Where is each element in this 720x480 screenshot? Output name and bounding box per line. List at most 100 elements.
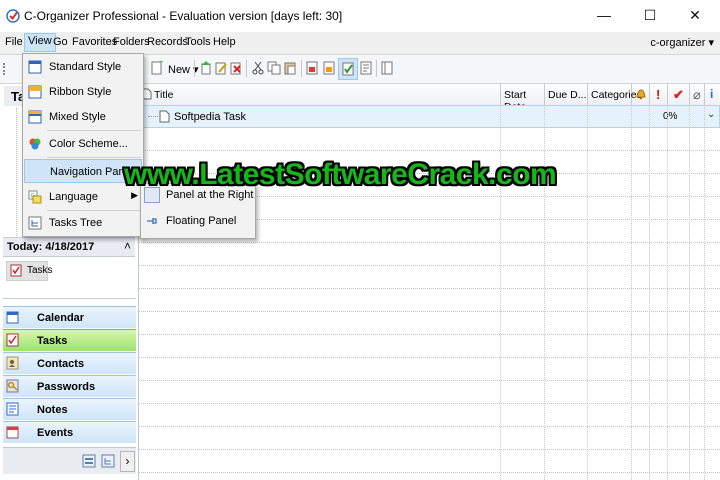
add-subrecord-icon[interactable] — [199, 61, 213, 75]
tasks-tree-icon — [28, 216, 42, 230]
toolbar-separator — [246, 60, 247, 77]
toolbar-toggle-active[interactable] — [338, 58, 358, 80]
task-document-icon — [159, 110, 170, 123]
mixed-style-icon — [28, 110, 42, 124]
delete-record-icon[interactable] — [229, 61, 243, 75]
row-expand-chevron-icon[interactable]: ⌄ — [707, 109, 715, 120]
notes-icon — [6, 402, 19, 416]
contacts-icon — [6, 356, 19, 370]
title-bar: C-Organizer Professional - Evaluation ve… — [0, 0, 720, 32]
attachment-record-icon[interactable] — [322, 61, 336, 75]
app-logo-icon — [6, 9, 20, 23]
menu-view[interactable]: View — [24, 33, 56, 52]
menu-help[interactable]: Help — [213, 36, 236, 48]
complete-record-icon — [342, 62, 354, 76]
nav-contacts-label: Contacts — [37, 358, 85, 370]
profile-selector[interactable]: c-organizer ▾ — [650, 36, 714, 49]
column-title-label: Title — [154, 89, 174, 101]
empty-row — [139, 243, 720, 266]
menu-color-scheme-label: Color Scheme... — [49, 138, 128, 150]
empty-row — [139, 266, 720, 289]
nav-calendar[interactable]: Calendar — [3, 306, 136, 328]
passwords-icon — [6, 379, 19, 393]
today-label: Today: 4/18/2017 — [7, 241, 95, 253]
menu-bar: File View Go Favorites Folders Records T… — [0, 32, 720, 55]
tree-guide — [16, 108, 19, 238]
menu-records[interactable]: Records — [147, 36, 188, 48]
events-icon — [6, 426, 19, 439]
menu-favorites[interactable]: Favorites — [72, 36, 117, 48]
toolbar-separator — [301, 60, 302, 77]
nav-passwords[interactable]: Passwords — [3, 375, 136, 397]
properties-icon[interactable] — [359, 61, 373, 75]
menu-ribbon-style[interactable]: Ribbon Style — [24, 80, 142, 104]
column-start-date[interactable]: Start Date — [501, 84, 545, 113]
view-menu-dropdown: Standard Style Ribbon Style Mixed Style … — [22, 53, 144, 237]
column-info[interactable]: i — [705, 84, 720, 105]
copy-icon[interactable] — [267, 61, 281, 75]
column-title[interactable]: Title — [139, 84, 501, 105]
nav-options-icon[interactable] — [82, 453, 96, 469]
nav-tasks-label: Tasks — [37, 335, 68, 347]
column-priority[interactable]: ! — [650, 84, 668, 105]
menu-separator — [47, 130, 141, 131]
menu-floating-panel[interactable]: Floating Panel — [166, 215, 236, 227]
menu-mixed-style[interactable]: Mixed Style — [24, 105, 142, 129]
menu-folders[interactable]: Folders — [113, 36, 150, 48]
nav-tree-icon[interactable] — [101, 453, 115, 469]
records-grid: Title Start Date Due D... Categories ! ✔… — [139, 84, 720, 480]
new-record-icon[interactable] — [150, 61, 164, 75]
nav-notes-label: Notes — [37, 404, 68, 416]
task-title: Softpedia Task — [174, 111, 246, 123]
info-icon: i — [710, 87, 714, 101]
close-button[interactable]: ✕ — [672, 0, 718, 30]
menu-tools[interactable]: Tools — [185, 36, 211, 48]
column-categories[interactable]: Categories — [588, 84, 642, 105]
menu-color-scheme[interactable]: Color Scheme... — [24, 132, 142, 156]
menu-language-label: Language — [49, 191, 98, 203]
column-complete[interactable]: ✔ — [668, 84, 690, 105]
cut-icon[interactable] — [251, 61, 265, 75]
edit-record-icon[interactable] — [214, 61, 228, 75]
column-attachment[interactable]: ⌀ — [690, 84, 705, 105]
menu-standard-style[interactable]: Standard Style — [24, 55, 142, 79]
table-row[interactable]: Softpedia Task 0% ⌄ — [139, 105, 720, 128]
nav-tasks[interactable]: Tasks — [3, 329, 136, 351]
priority-exclamation-icon: ! — [656, 87, 661, 102]
pin-icon — [147, 218, 157, 224]
nav-contacts[interactable]: Contacts — [3, 352, 136, 374]
menu-tasks-tree-label: Tasks Tree — [49, 217, 103, 229]
task-progress: 0% — [663, 111, 678, 122]
reminder-icon[interactable] — [305, 61, 319, 75]
nav-notes[interactable]: Notes — [3, 398, 136, 420]
calendar-icon — [6, 311, 19, 324]
menu-standard-style-label: Standard Style — [49, 61, 122, 73]
column-due-date[interactable]: Due D... — [545, 84, 588, 105]
menu-mixed-style-label: Mixed Style — [49, 111, 106, 123]
today-tasks-label: Tasks — [27, 265, 53, 276]
tree-connector — [148, 116, 158, 117]
empty-row — [139, 381, 720, 404]
print-view-icon[interactable] — [380, 61, 394, 75]
toolbar-separator — [376, 60, 377, 77]
menu-tasks-tree[interactable]: Tasks Tree — [24, 211, 142, 235]
paste-icon[interactable] — [283, 61, 297, 75]
watermark-text: www.LatestSoftwareCrack.com — [124, 158, 557, 191]
nav-expand-button[interactable]: › — [120, 451, 135, 472]
column-reminder[interactable] — [632, 84, 650, 105]
toolbar-separator — [194, 60, 195, 77]
nav-events-label: Events — [37, 427, 74, 439]
menu-file[interactable]: File — [5, 36, 23, 48]
empty-row — [139, 312, 720, 335]
paperclip-icon: ⌀ — [693, 87, 701, 102]
today-tasks-item[interactable]: Tasks — [6, 261, 53, 281]
menu-go[interactable]: Go — [53, 36, 68, 48]
empty-row — [139, 358, 720, 381]
minimize-button[interactable]: — — [581, 0, 627, 30]
nav-calendar-label: Calendar — [37, 312, 85, 324]
panel-divider — [3, 298, 136, 299]
nav-events[interactable]: Events — [3, 421, 136, 443]
maximize-button[interactable]: ☐ — [627, 0, 673, 30]
empty-row — [139, 128, 720, 151]
collapse-chevron-icon[interactable]: ˄ — [124, 239, 131, 253]
